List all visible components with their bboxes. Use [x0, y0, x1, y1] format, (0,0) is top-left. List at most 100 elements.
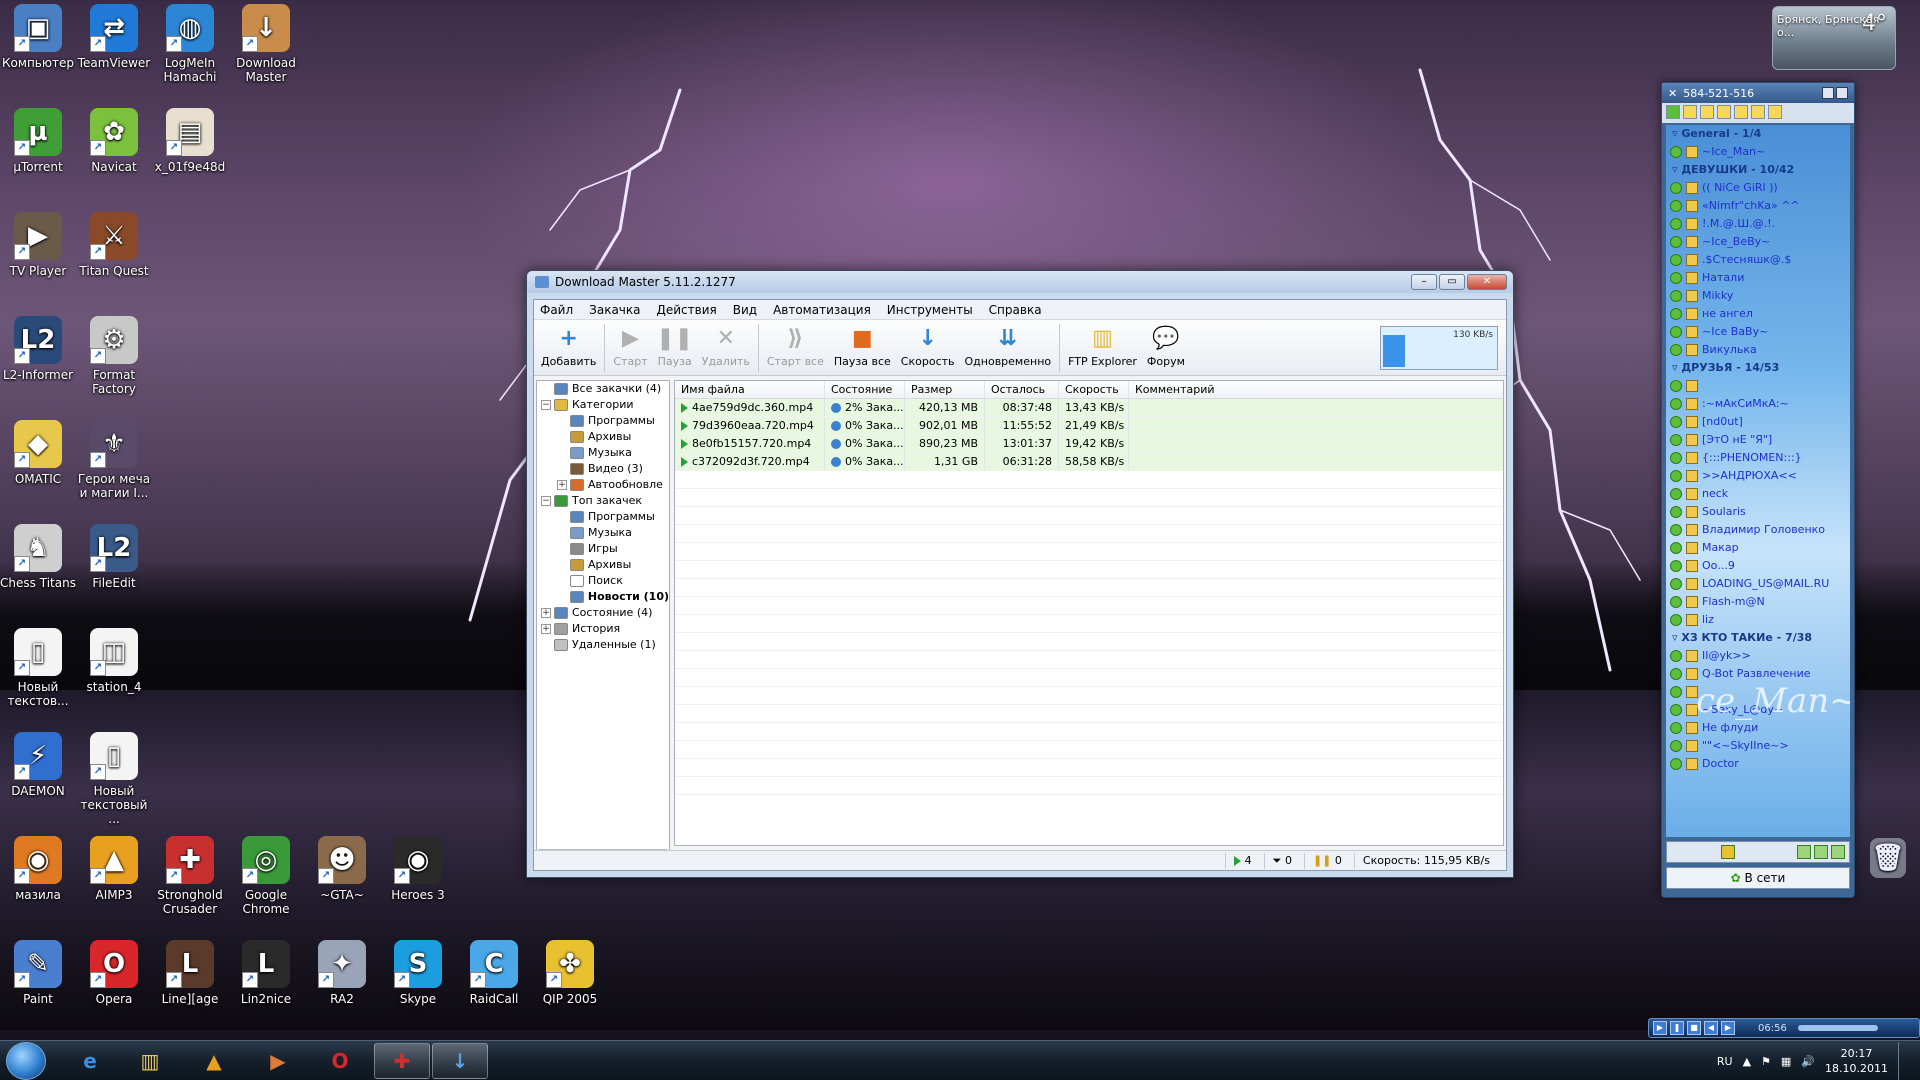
- qip-minimize-button[interactable]: [1836, 87, 1848, 99]
- desktop-icon[interactable]: O Opera: [76, 940, 152, 1006]
- tree-item[interactable]: Музыка: [537, 525, 669, 541]
- desktop-icon[interactable]: ✎ Paint: [0, 940, 76, 1006]
- desktop-icon[interactable]: ✦ RA2: [304, 940, 380, 1006]
- desktop-icon[interactable]: S Skype: [380, 940, 456, 1006]
- column-header[interactable]: Комментарий: [1129, 381, 1503, 398]
- menu-item[interactable]: Справка: [989, 303, 1042, 317]
- qip-contacts-icon[interactable]: [1797, 845, 1811, 859]
- menu-item[interactable]: Вид: [733, 303, 757, 317]
- taskbar-button[interactable]: e: [62, 1043, 118, 1079]
- desktop-icon[interactable]: L Lin2nice: [228, 940, 304, 1006]
- desktop-icon[interactable]: ◎ Google Chrome: [228, 836, 304, 916]
- taskbar-button[interactable]: ▥: [122, 1043, 178, 1079]
- tree-item[interactable]: Удаленные (1): [537, 637, 669, 653]
- contact-item[interactable]: !.M.@.Ш.@.!.: [1666, 215, 1850, 233]
- close-icon[interactable]: ✕: [1668, 87, 1677, 100]
- toolbar-button[interactable]: ↓ Скорость: [896, 324, 960, 369]
- qip-status-selector[interactable]: ✿ В сети: [1666, 867, 1850, 889]
- desktop-icon[interactable]: ▶ TV Player: [0, 212, 76, 278]
- play-icon[interactable]: ▶: [1653, 1021, 1667, 1035]
- start-button[interactable]: [6, 1042, 46, 1080]
- desktop-icon[interactable]: ⚔ Titan Quest: [76, 212, 152, 278]
- toolbar-button[interactable]: 💬 Форум: [1142, 324, 1190, 369]
- contact-item[interactable]: Владимир Головенко: [1666, 521, 1850, 539]
- contact-item[interactable]: {:::PHENOMEN:::}: [1666, 449, 1850, 467]
- desktop-icon[interactable]: ▲ AIMP3: [76, 836, 152, 902]
- menu-item[interactable]: Автоматизация: [773, 303, 871, 317]
- settings-icon[interactable]: [1683, 105, 1697, 119]
- tree-item[interactable]: Поиск: [537, 573, 669, 589]
- desktop-icon[interactable]: ⚙ Format Factory: [76, 316, 152, 396]
- tray-arrow-icon[interactable]: ▲: [1743, 1055, 1751, 1068]
- toolbar-button[interactable]: ■ Пауза все: [829, 324, 896, 369]
- tree-item[interactable]: − Категории: [537, 397, 669, 413]
- media-mini-player[interactable]: ▶ ❚ ■ ◀ ▶ 06:56: [1648, 1018, 1920, 1038]
- contact-item[interactable]: Doctor: [1666, 755, 1850, 773]
- maximize-button[interactable]: ▭: [1439, 274, 1465, 290]
- category-tree[interactable]: Все закачки (4) − Категории Программы Архивы…: [536, 380, 670, 866]
- stop-icon[interactable]: ■: [1687, 1021, 1701, 1035]
- table-row[interactable]: 8e0fb15157.720.mp4 0% Зака... 890,23 MB 13:…: [675, 435, 1503, 453]
- contact-item[interactable]: ""<~SkyIIne~>: [1666, 737, 1850, 755]
- desktop-icon[interactable]: L2 L2-Informer: [0, 316, 76, 382]
- expand-toggle[interactable]: −: [541, 400, 551, 410]
- downloads-list[interactable]: Имя файла Состояние Размер Осталось Скорость…: [674, 380, 1504, 846]
- contact-item[interactable]: [nd0ut]: [1666, 413, 1850, 431]
- toolbar-button[interactable]: ⇊ Одновременно: [960, 324, 1057, 369]
- taskbar-button[interactable]: O: [312, 1043, 368, 1079]
- volume-icon[interactable]: 🔊: [1801, 1055, 1815, 1068]
- expand-toggle[interactable]: +: [541, 624, 551, 634]
- minimize-button[interactable]: –: [1411, 274, 1437, 290]
- tree-item[interactable]: Видео (3): [537, 461, 669, 477]
- desktop-icon[interactable]: ▣ Компьютер: [0, 4, 76, 70]
- column-header[interactable]: Скорость: [1059, 381, 1129, 398]
- desktop-icon[interactable]: ⚜ Герои меча и магии I...: [76, 420, 152, 500]
- contact-item[interactable]: LOADING_US@MAIL.RU: [1666, 575, 1850, 593]
- qip-privacy-icon[interactable]: [1831, 845, 1845, 859]
- contact-item[interactable]: >>АНДРЮХА<<: [1666, 467, 1850, 485]
- contact-group[interactable]: ▿ ДЕВУШКИ - 10/42: [1666, 161, 1850, 179]
- download-master-window[interactable]: Download Master 5.11.2.1277 – ▭ ✕ Файл За…: [526, 270, 1514, 878]
- taskbar-button[interactable]: ↓: [432, 1043, 488, 1079]
- flag-icon[interactable]: ⚑: [1761, 1055, 1771, 1068]
- column-header[interactable]: Осталось: [985, 381, 1059, 398]
- desktop-icon[interactable]: ◍ LogMeIn Hamachi: [152, 4, 228, 84]
- desktop-icon[interactable]: ◫ station_4: [76, 628, 152, 694]
- contact-item[interactable]: II@yk>>: [1666, 647, 1850, 665]
- expand-toggle[interactable]: +: [557, 480, 567, 490]
- desktop-icon[interactable]: ✤ QIP 2005: [532, 940, 608, 1006]
- desktop-icon[interactable]: ▯ Новый текстов...: [0, 628, 76, 708]
- desktop-icon[interactable]: C RaidCall: [456, 940, 532, 1006]
- folder-icon[interactable]: [1717, 105, 1731, 119]
- contact-item[interactable]: liz: [1666, 611, 1850, 629]
- taskbar-button[interactable]: ✚: [374, 1043, 430, 1079]
- contact-item[interactable]: Оо...9: [1666, 557, 1850, 575]
- tree-item[interactable]: Игры: [537, 541, 669, 557]
- desktop-icon[interactable]: ⚡ DAEMON: [0, 732, 76, 798]
- status-icon[interactable]: [1666, 105, 1680, 119]
- menu-item[interactable]: Инструменты: [887, 303, 973, 317]
- contact-item[interactable]: Mikky: [1666, 287, 1850, 305]
- network-icon[interactable]: ▦: [1781, 1055, 1791, 1068]
- qip-contact-list-window[interactable]: ✕ 584-521-516 ▿ General - 1/4 ~Ice_Man~ ▿ …: [1661, 82, 1855, 898]
- column-header[interactable]: Состояние: [825, 381, 905, 398]
- expand-toggle[interactable]: −: [541, 496, 551, 506]
- desktop-icon[interactable]: ♞ Chess Titans: [0, 524, 76, 590]
- pause-icon[interactable]: ❚: [1670, 1021, 1684, 1035]
- close-button[interactable]: ✕: [1467, 274, 1507, 290]
- contact-item[interactable]: .$Стесняшк@.$: [1666, 251, 1850, 269]
- prev-icon[interactable]: ◀: [1704, 1021, 1718, 1035]
- desktop-icon[interactable]: ☻ ~GTA~: [304, 836, 380, 902]
- contact-item[interactable]: [ЭтО нЕ "Я"]: [1666, 431, 1850, 449]
- next-icon[interactable]: ▶: [1721, 1021, 1735, 1035]
- contact-item[interactable]: ~Ice BaBy~: [1666, 323, 1850, 341]
- desktop-icon[interactable]: ◆ OMATIC: [0, 420, 76, 486]
- contact-group[interactable]: ▿ ДРУЗЬЯ - 14/53: [1666, 359, 1850, 377]
- tree-item[interactable]: + Автообновле: [537, 477, 669, 493]
- search-icon[interactable]: [1768, 105, 1782, 119]
- expand-toggle[interactable]: +: [541, 608, 551, 618]
- history-icon[interactable]: [1734, 105, 1748, 119]
- tree-item[interactable]: − Топ закачек: [537, 493, 669, 509]
- taskbar-button[interactable]: ▲: [186, 1043, 242, 1079]
- desktop-icon[interactable]: L Line][age: [152, 940, 228, 1006]
